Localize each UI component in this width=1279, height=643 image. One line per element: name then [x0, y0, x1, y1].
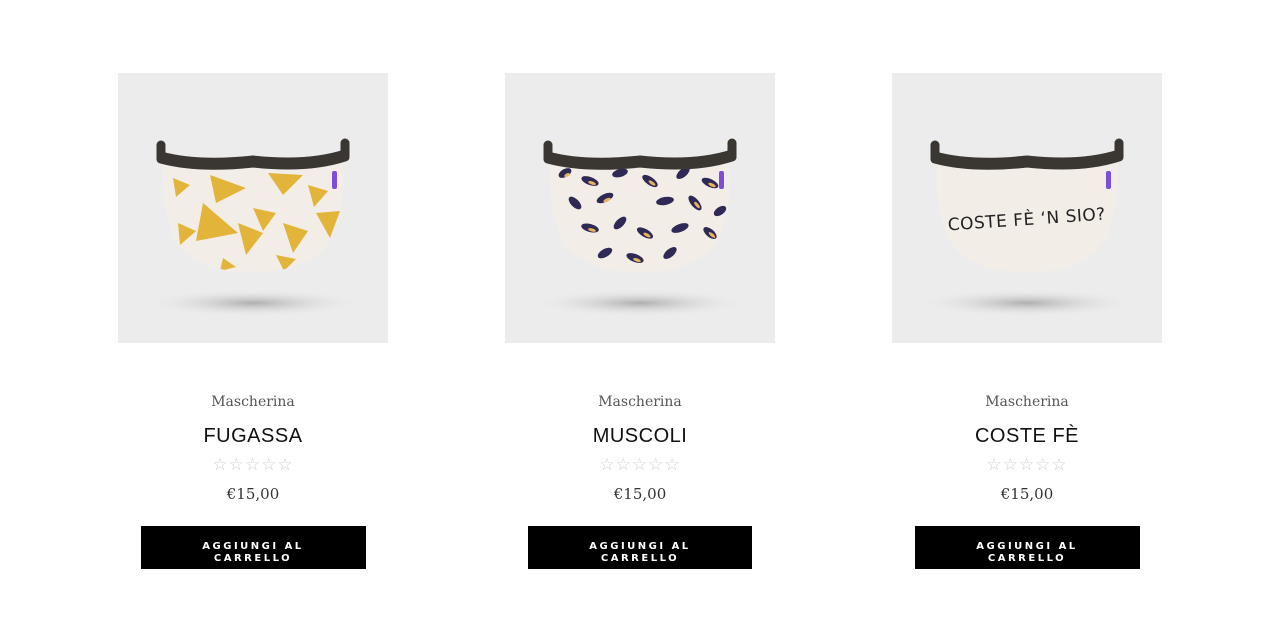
product-price: €15,00	[1000, 485, 1054, 503]
add-to-cart-button[interactable]: AGGIUNGI AL CARRELLO	[914, 526, 1140, 569]
mask-focaccia-image	[143, 138, 363, 317]
mask-text-print-image: COSTE FÈ ‘N SIO?	[917, 138, 1137, 317]
product-title[interactable]: MUSCOLI	[505, 424, 775, 448]
product-category: Mascherina	[598, 394, 682, 410]
product-category: Mascherina	[211, 394, 295, 410]
mask-mussels-image	[530, 138, 750, 317]
add-to-cart-button[interactable]: AGGIUNGI AL CARRELLO	[528, 526, 752, 569]
product-card-coste-fe: COSTE FÈ ‘N SIO? Mascherina COSTE FÈ ☆☆☆…	[892, 73, 1162, 569]
product-category: Mascherina	[985, 394, 1069, 410]
product-image-coste-fe[interactable]: COSTE FÈ ‘N SIO?	[892, 73, 1162, 343]
rating-stars-icon: ☆☆☆☆☆	[599, 455, 681, 475]
product-card-muscoli: Mascherina MUSCOLI ☆☆☆☆☆ €15,00 AGGIUNGI…	[505, 73, 775, 569]
product-image-fugassa[interactable]	[118, 73, 388, 343]
product-price: €15,00	[226, 485, 280, 503]
product-card-fugassa: Mascherina FUGASSA ☆☆☆☆☆ €15,00 AGGIUNGI…	[118, 73, 388, 569]
add-to-cart-button[interactable]: AGGIUNGI AL CARRELLO	[140, 526, 366, 569]
rating-stars-icon: ☆☆☆☆☆	[986, 455, 1068, 475]
product-title[interactable]: FUGASSA	[118, 424, 388, 448]
product-title[interactable]: COSTE FÈ	[892, 424, 1162, 448]
product-grid: Mascherina FUGASSA ☆☆☆☆☆ €15,00 AGGIUNGI…	[0, 0, 1279, 643]
product-price: €15,00	[613, 485, 667, 503]
product-image-muscoli[interactable]	[505, 73, 775, 343]
rating-stars-icon: ☆☆☆☆☆	[212, 455, 294, 475]
